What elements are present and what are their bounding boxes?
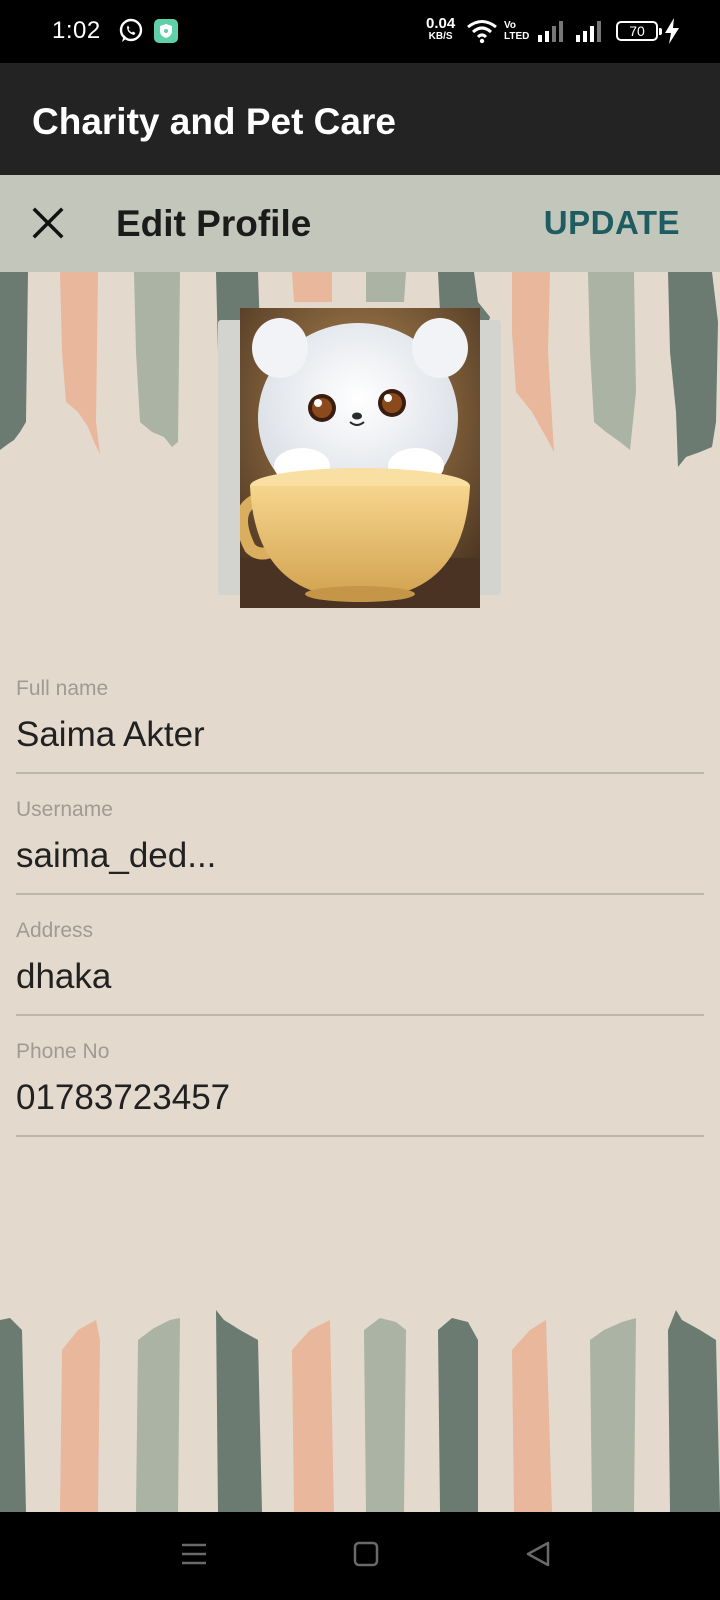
battery-level: 70 (629, 23, 645, 39)
home-icon[interactable] (352, 1540, 380, 1568)
volte-bottom: LTED (504, 31, 530, 42)
kitten-in-cup-photo (240, 308, 480, 608)
battery-icon: 70 (616, 21, 662, 41)
app-bar: Charity and Pet Care (0, 63, 720, 175)
address-input[interactable] (16, 957, 696, 997)
update-button[interactable]: UPDATE (544, 204, 680, 242)
volte-icon: Vo LTED (504, 20, 529, 42)
page-title: Edit Profile (116, 203, 312, 244)
charging-bolt-icon (665, 18, 679, 44)
network-speed: 0.04 KB/S (426, 16, 455, 43)
phone-input[interactable] (16, 1078, 696, 1118)
address-label: Address (16, 919, 94, 942)
close-icon (32, 207, 64, 239)
app-title: Charity and Pet Care (32, 101, 396, 142)
menu-icon[interactable] (180, 1540, 208, 1568)
username-label: Username (16, 798, 113, 821)
address-field: Address (16, 895, 704, 1016)
username-field: Username (16, 774, 704, 895)
full-name-input[interactable] (16, 715, 696, 755)
phone-field: Phone No (16, 1016, 704, 1137)
wifi-icon (467, 20, 497, 44)
close-button[interactable] (24, 199, 72, 247)
status-time: 1:02 (52, 17, 101, 44)
full-name-label: Full name (16, 677, 109, 700)
network-speed-unit: KB/S (428, 31, 453, 42)
shield-app-icon (154, 19, 178, 43)
signal-icon (538, 21, 563, 42)
full-name-field: Full name (16, 653, 704, 774)
phone-label: Phone No (16, 1040, 110, 1063)
username-input[interactable] (16, 836, 696, 876)
signal-icon (576, 21, 601, 42)
edit-profile-toolbar: Edit Profile UPDATE (0, 175, 720, 272)
whatsapp-icon (119, 18, 143, 42)
system-nav-bar (0, 1512, 720, 1600)
back-icon[interactable] (524, 1540, 552, 1568)
volte-top: Vo (504, 20, 517, 31)
profile-photo[interactable] (240, 308, 480, 608)
status-bar: 1:02 0.04 KB/S Vo LTED 70 (0, 0, 720, 63)
decorative-brush-strokes-bottom (0, 1310, 720, 1512)
